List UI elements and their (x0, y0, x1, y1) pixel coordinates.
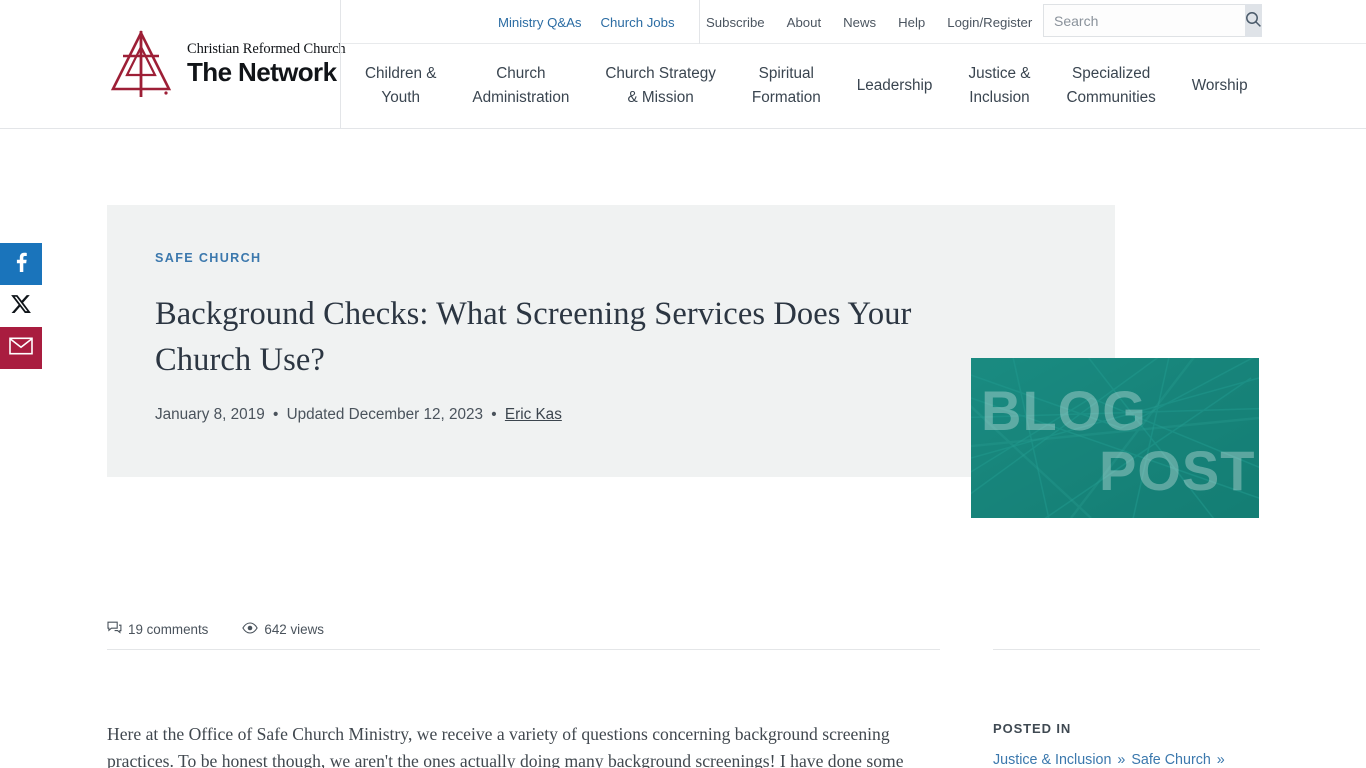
utility-link-login-register[interactable]: Login/Register (947, 15, 1032, 30)
x-twitter-icon (10, 293, 32, 320)
content-divider-sidebar (993, 649, 1260, 650)
thumbnail-line-2: POST (1099, 439, 1255, 502)
thumbnail-line-1: BLOG (981, 379, 1147, 442)
article-stats: 19 comments 642 views (107, 621, 324, 637)
article-paragraph-1: Here at the Office of Safe Church Minist… (107, 724, 904, 768)
views-count-label: 642 views (264, 621, 324, 637)
utility-link-church-jobs[interactable]: Church Jobs (601, 15, 675, 30)
utility-nav-primary: Ministry Q&As Church Jobs (498, 0, 700, 44)
breadcrumb-separator-1: » (1117, 752, 1126, 768)
crc-network-logo-icon (107, 27, 175, 101)
byline-separator-1: • (272, 406, 279, 423)
article-date: January 8, 2019 (155, 406, 265, 423)
page-content: SAFE CHURCH Background Checks: What Scre… (0, 129, 1366, 768)
nav-item-spiritual-formation[interactable]: Spiritual Formation (734, 44, 839, 128)
article-sidebar: POSTED IN Justice & Inclusion » Safe Chu… (993, 721, 1263, 768)
social-share-rail (0, 243, 42, 369)
brand-text: Christian Reformed Church The Network (187, 41, 346, 86)
search-input[interactable] (1043, 4, 1245, 37)
nav-item-church-strategy-mission[interactable]: Church Strategy & Mission (587, 44, 734, 128)
breadcrumb-item-safe-church[interactable]: Safe Church (1131, 752, 1210, 768)
nav-item-specialized-communities[interactable]: Specialized Communities (1049, 44, 1174, 128)
site-logo[interactable]: Christian Reformed Church The Network (107, 27, 346, 101)
comments-count-label: 19 comments (128, 621, 209, 637)
utility-link-ministry-qas[interactable]: Ministry Q&As (498, 15, 582, 30)
article-updated-date: Updated December 12, 2023 (286, 406, 484, 423)
utility-link-about[interactable]: About (787, 15, 821, 30)
article-byline: January 8, 2019 • Updated December 12, 2… (155, 405, 945, 425)
article-thumbnail: BLOG POST (971, 358, 1259, 518)
article-category-link[interactable]: SAFE CHURCH (155, 251, 262, 265)
utility-link-subscribe[interactable]: Subscribe (706, 15, 765, 30)
site-header: Christian Reformed Church The Network Mi… (0, 0, 1366, 129)
sidebar-heading-posted-in: POSTED IN (993, 721, 1072, 736)
share-email-button[interactable] (0, 327, 42, 369)
breadcrumb-item-justice-inclusion[interactable]: Justice & Inclusion (993, 752, 1111, 768)
page-title: Background Checks: What Screening Servic… (155, 296, 912, 378)
nav-item-children-youth[interactable]: Children & Youth (347, 44, 454, 128)
search-icon (1245, 11, 1262, 31)
search-form (1043, 4, 1262, 37)
article-author-link[interactable]: Eric Kas (505, 406, 562, 423)
utility-bar: Ministry Q&As Church Jobs Subscribe Abou… (341, 0, 1366, 44)
comment-icon (107, 621, 122, 637)
header-right-panel: Ministry Q&As Church Jobs Subscribe Abou… (340, 0, 1366, 129)
facebook-icon (10, 251, 32, 278)
utility-nav-secondary: Subscribe About News Help Login/Register (706, 0, 1032, 44)
nav-item-worship[interactable]: Worship (1174, 44, 1266, 128)
brand-line-1: Christian Reformed Church (187, 41, 346, 58)
article-body: Here at the Office of Safe Church Minist… (107, 721, 947, 768)
eye-icon (242, 621, 259, 637)
share-x-twitter-button[interactable] (0, 285, 42, 327)
utility-link-help[interactable]: Help (898, 15, 925, 30)
byline-separator-2: • (491, 406, 497, 423)
nav-item-church-administration[interactable]: Church Administration (454, 44, 587, 128)
utility-link-news[interactable]: News (843, 15, 876, 30)
content-divider-main (107, 649, 940, 650)
breadcrumb: Justice & Inclusion » Safe Church » Poli… (993, 750, 1263, 768)
nav-item-justice-inclusion[interactable]: Justice & Inclusion (950, 44, 1048, 128)
share-facebook-button[interactable] (0, 243, 42, 285)
comments-stat[interactable]: 19 comments (107, 621, 208, 637)
article-hero: SAFE CHURCH Background Checks: What Scre… (107, 205, 1115, 477)
article-hero-text: SAFE CHURCH Background Checks: What Scre… (155, 249, 945, 425)
envelope-icon (9, 336, 33, 360)
views-stat: 642 views (242, 622, 324, 637)
brand-line-2: The Network (187, 57, 337, 88)
search-submit-button[interactable] (1245, 4, 1262, 37)
main-nav: Children & Youth Church Administration C… (341, 44, 1366, 128)
breadcrumb-separator-2: » (1216, 752, 1225, 768)
nav-item-leadership[interactable]: Leadership (839, 44, 951, 128)
